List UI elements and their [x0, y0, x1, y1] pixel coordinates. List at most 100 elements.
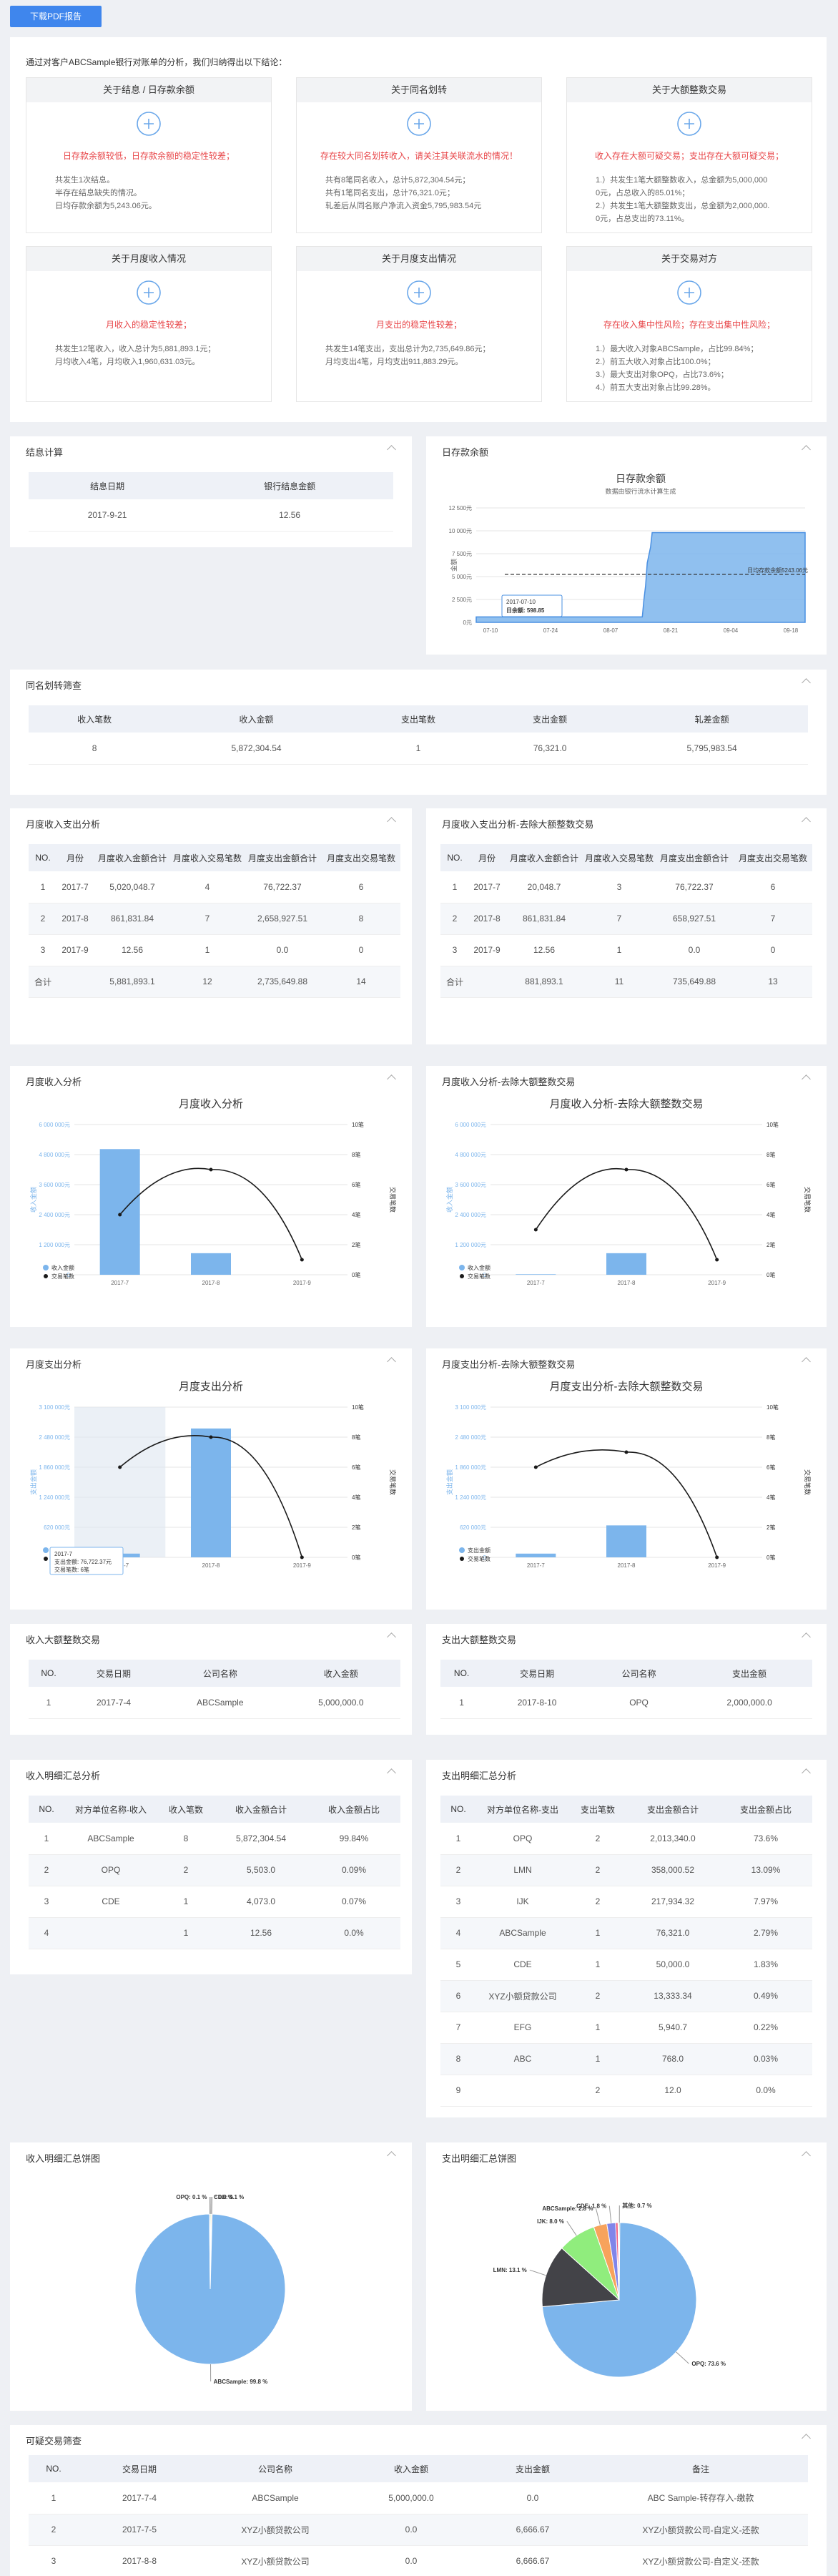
- collapse-icon[interactable]: [802, 445, 811, 454]
- table-cell: ABCSample: [64, 1823, 157, 1855]
- card-title: 结息计算: [26, 447, 64, 458]
- collapse-icon[interactable]: [802, 678, 811, 687]
- collapse-icon[interactable]: [387, 445, 396, 454]
- table-row: 3 IJK 2 217,934.32 7.97%: [440, 1886, 812, 1918]
- count-line: [119, 1167, 303, 1260]
- income-pie-card: 收入明细汇总饼图 ABCSample: 99.8 % OPQ: 0.1 % CDE:…: [10, 2142, 412, 2411]
- x-tick-label: 09-18: [784, 627, 799, 634]
- table-cell: 12.56: [93, 934, 172, 966]
- x-tick-label: 08-07: [603, 627, 618, 634]
- y-tick-label: 4 800 000元: [39, 1152, 70, 1158]
- collapse-icon[interactable]: [387, 1357, 396, 1366]
- chart-title: 月度支出分析-去除大额整数交易: [550, 1380, 704, 1393]
- collapse-icon[interactable]: [802, 817, 811, 826]
- table-cell: 2017-7-4: [79, 2482, 200, 2514]
- summary-card: 通过对客户ABCSample银行对账单的分析，我们归纳得出以下结论： 关于结息 …: [10, 37, 827, 422]
- table-cell: 5,000,000.0: [281, 1687, 400, 1719]
- y2-tick-label: 10笔: [766, 1404, 779, 1411]
- calculator-icon: [677, 112, 701, 136]
- collapse-icon[interactable]: [802, 1768, 811, 1778]
- pie-connector: [529, 2269, 546, 2276]
- collapse-icon[interactable]: [802, 1074, 811, 1084]
- table-cell: 12: [172, 966, 243, 998]
- column-header: 月度收入交易笔数: [583, 844, 655, 871]
- summary-detail-line: 0元，占总收入的85.01%；: [596, 189, 690, 197]
- table-cell: 2,735,649.88: [243, 966, 322, 998]
- column-header: 支出金额: [686, 1660, 812, 1687]
- income-detail-card: 收入明细汇总分析 NO. 对方单位名称-收入 收入笔数 收入金额合计 收入金额占比 1 AB…: [10, 1760, 412, 1974]
- hover-band: [74, 1407, 166, 1557]
- count-point-2017-8: [624, 1450, 628, 1454]
- x-tick-label: 2017-9: [293, 1280, 311, 1286]
- y-tick-label: 3 600 000元: [455, 1182, 486, 1188]
- table-cell: 20,048.7: [505, 871, 583, 903]
- collapse-icon[interactable]: [387, 1632, 396, 1642]
- pie-label: IJK: 8.0 %: [537, 2218, 564, 2225]
- card-title: 月度收入分析: [26, 1077, 82, 1087]
- collapse-icon[interactable]: [387, 817, 396, 826]
- table-row: 2017-9-21 12.56: [29, 499, 393, 532]
- table-cell: 1: [172, 934, 243, 966]
- collapse-icon[interactable]: [387, 2151, 396, 2160]
- table-cell: 1: [569, 2012, 626, 2044]
- table-cell: 2: [157, 1854, 215, 1886]
- count-point-2017-9: [715, 1258, 719, 1262]
- table-row: 8 ABC 1 768.0 0.03%: [440, 2043, 812, 2075]
- summary-detail-line: 轧差后从同名账户净流入资金5,795,983.54元: [325, 202, 482, 210]
- y-tick-label: 1 200 000元: [455, 1242, 486, 1248]
- table-cell: 3: [29, 1886, 64, 1918]
- table-row: 1 2017-7-4 ABCSample 5,000,000.0: [29, 1687, 400, 1719]
- table-cell: 合计: [29, 966, 57, 998]
- summary-detail-line: 3.）最大支出对象OPQ，占比73.6%；: [596, 371, 729, 379]
- collapse-icon[interactable]: [802, 2151, 811, 2160]
- download-pdf-button[interactable]: 下载PDF报告: [10, 6, 102, 27]
- table-cell: OPQ: [591, 1687, 687, 1719]
- column-header: 结息日期: [29, 472, 187, 499]
- collapse-icon[interactable]: [802, 1357, 811, 1366]
- collapse-icon[interactable]: [387, 1768, 396, 1778]
- legend-count: 交易笔数: [468, 1273, 491, 1280]
- table-cell: 1: [440, 1687, 483, 1719]
- summary-detail-line: 1.）最大收入对象ABCSample，占比99.84%；: [596, 345, 759, 353]
- summary-box: 关于交易对方 存在收入集中性风险；存在支出集中性风险； 1.）最大收入对象ABCSa…: [566, 246, 812, 402]
- income-chart-card: 月度收入分析 月度收入分析 0 1 200 000元 2 400 000元 3 600 …: [10, 1066, 412, 1327]
- table-cell: 11: [583, 966, 655, 998]
- table-cell: 1: [569, 1949, 626, 1981]
- table-cell: 1: [569, 1917, 626, 1949]
- y-tick-label: 7 500元: [452, 551, 472, 557]
- summary-box-title: 关于交易对方: [567, 247, 812, 271]
- table-cell: 861,831.84: [505, 903, 583, 935]
- table-cell: 2017-9: [57, 934, 93, 966]
- column-header: NO.: [440, 1796, 476, 1823]
- column-header: 银行结息金额: [186, 472, 393, 499]
- chart-title: 月度收入分析: [179, 1098, 243, 1110]
- column-header: 支出金额合计: [626, 1796, 719, 1823]
- table-cell: 0.03%: [719, 2043, 812, 2075]
- table-row: 2 LMN 2 358,000.52 13.09%: [440, 1854, 812, 1886]
- table-cell: 76,321.0: [484, 733, 616, 765]
- column-header: 公司名称: [159, 1660, 282, 1687]
- big-income-card: 收入大额整数交易 NO. 交易日期 公司名称 收入金额 1 2017-7-4 ABCSamp…: [10, 1624, 412, 1735]
- y2-tick-label: 4笔: [766, 1211, 775, 1218]
- table-cell: 8: [440, 2043, 476, 2075]
- table-cell: 6: [440, 1980, 476, 2012]
- y-tick-label: 3 600 000元: [39, 1182, 70, 1188]
- table-row: 1 2017-7 5,020,048.7 4 76,722.37 6: [29, 871, 400, 903]
- table-cell: 5: [440, 1949, 476, 1981]
- y2-tick-label: 6笔: [766, 1464, 775, 1471]
- column-header: 收入金额: [281, 1660, 400, 1687]
- column-header: 收入金额: [160, 705, 353, 733]
- table-row: 3 2017-9 12.56 1 0.0 0: [29, 934, 400, 966]
- collapse-icon[interactable]: [387, 1074, 396, 1084]
- collapse-icon[interactable]: [802, 2434, 811, 2443]
- expense-detail-card: 支出明细汇总分析 NO. 对方单位名称-支出 支出笔数 支出金额合计 支出金额占比 1 OP…: [426, 1760, 827, 2117]
- expense-excl-chart: 月度支出分析-去除大额整数交易0620 000元1 240 000元1 860 …: [445, 1380, 812, 1569]
- table-cell: 2: [569, 2075, 626, 2107]
- y2-axis-label: 交易笔数: [804, 1469, 812, 1495]
- legend-count: 交易笔数: [51, 1273, 74, 1280]
- collapse-icon[interactable]: [802, 1632, 811, 1642]
- column-header: 公司名称: [200, 2455, 350, 2482]
- table-cell: 768.0: [626, 2043, 719, 2075]
- pie-label: LMN: 13.1 %: [493, 2267, 527, 2273]
- table-cell: 2017-9: [469, 934, 505, 966]
